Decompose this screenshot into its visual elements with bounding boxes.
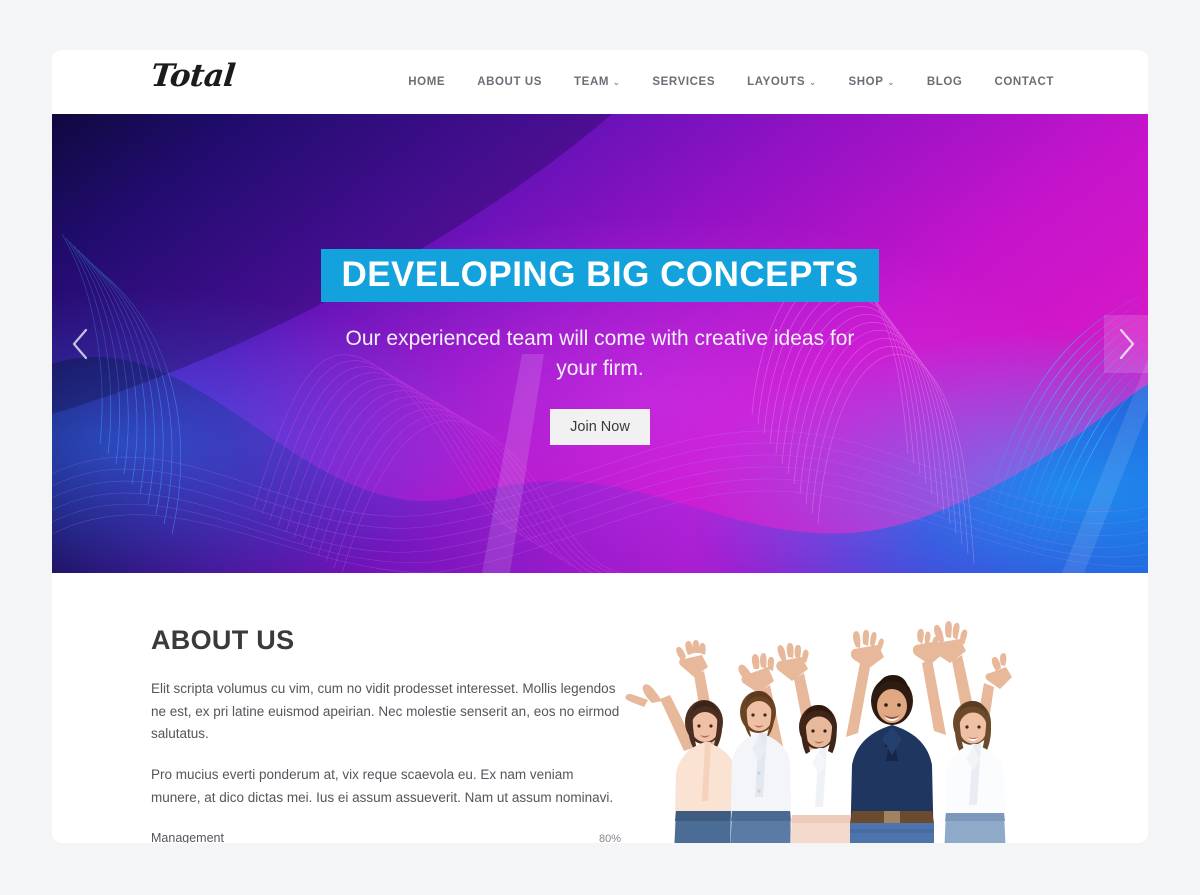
nav-label: CONTACT (994, 76, 1054, 88)
skill-header: Management 80% (151, 831, 621, 843)
nav-item-services[interactable]: SERVICES (636, 76, 731, 88)
nav-item-shop[interactable]: SHOP ⌄ (833, 76, 911, 88)
hero-headline: DEVELOPING BIG CONCEPTS (321, 249, 879, 302)
page-card: Total HOME ABOUT US TEAM ⌄ SERVICES LAYO… (52, 50, 1148, 843)
nav-label: ABOUT US (477, 76, 543, 88)
slider-next-button[interactable] (1104, 314, 1148, 373)
main-navigation: HOME ABOUT US TEAM ⌄ SERVICES LAYOUTS ⌄ … (392, 50, 1070, 114)
nav-label: LAYOUTS (747, 76, 806, 88)
nav-label: SHOP (848, 76, 884, 88)
skill-percent-label: 80% (598, 833, 621, 843)
nav-item-home[interactable]: HOME (392, 76, 461, 88)
hero-content: DEVELOPING BIG CONCEPTS Our experienced … (52, 114, 1148, 445)
nav-item-team[interactable]: TEAM ⌄ (558, 76, 636, 88)
team-photo (622, 615, 1022, 843)
about-section: ABOUT US Elit scripta volumus cu vim, cu… (52, 573, 1148, 843)
site-logo[interactable]: Total (149, 58, 237, 94)
nav-item-layouts[interactable]: LAYOUTS ⌄ (731, 76, 832, 88)
nav-label: HOME (408, 76, 446, 88)
chevron-down-icon: ⌄ (613, 78, 621, 87)
nav-label: TEAM (574, 76, 610, 88)
nav-item-contact[interactable]: CONTACT (978, 76, 1070, 88)
join-now-button[interactable]: Join Now (550, 408, 650, 445)
nav-item-about-us[interactable]: ABOUT US (461, 76, 558, 88)
chevron-left-icon (72, 328, 88, 359)
about-paragraph-2: Pro mucius everti ponderum at, vix reque… (151, 767, 614, 805)
about-image-column (622, 615, 1148, 843)
chevron-down-icon: ⌄ (887, 78, 895, 87)
nav-label: BLOG (926, 76, 963, 88)
about-heading: ABOUT US (151, 625, 295, 655)
skill-management: Management 80% (151, 831, 621, 843)
hero-subtitle: Our experienced team will come with crea… (345, 327, 855, 380)
skill-label: Management (151, 831, 224, 843)
nav-label: SERVICES (652, 76, 716, 88)
nav-item-blog[interactable]: BLOG (911, 76, 979, 88)
slider-prev-button[interactable] (58, 315, 102, 373)
chevron-down-icon: ⌄ (809, 78, 817, 87)
about-paragraph-1: Elit scripta volumus cu vim, cum no vidi… (151, 681, 620, 742)
about-text-column: ABOUT US Elit scripta volumus cu vim, cu… (52, 625, 622, 843)
chevron-right-icon (1119, 328, 1135, 359)
hero-slider: DEVELOPING BIG CONCEPTS Our experienced … (52, 114, 1148, 573)
site-header: Total HOME ABOUT US TEAM ⌄ SERVICES LAYO… (52, 50, 1148, 114)
